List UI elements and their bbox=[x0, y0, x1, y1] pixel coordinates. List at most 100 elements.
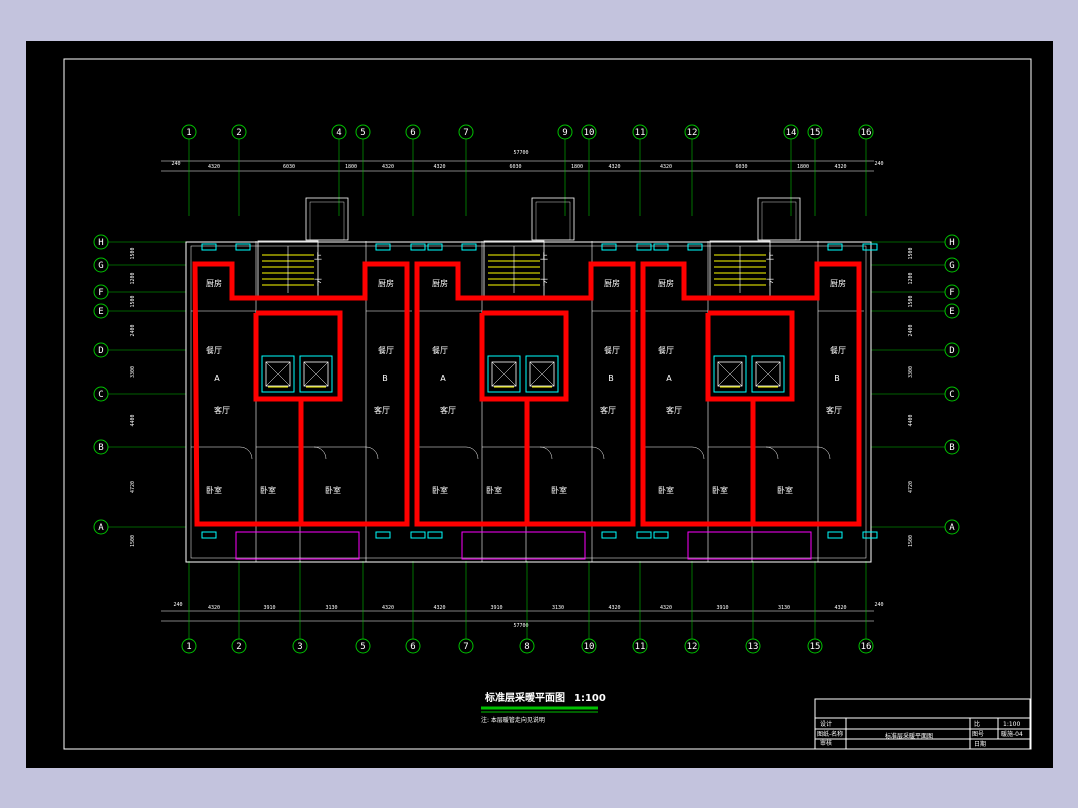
room-label-bedroom: 卧室 bbox=[486, 485, 502, 495]
drawing-title: 标准层采暖平面图 bbox=[484, 691, 565, 704]
stair-tower bbox=[531, 197, 575, 241]
dimension-right-segment: 4400 bbox=[908, 414, 914, 426]
dimension-top-segment: 4320 bbox=[433, 164, 445, 170]
room-label-dining: 餐厅 bbox=[432, 346, 448, 355]
room-label-bedroom: 卧室 bbox=[712, 485, 728, 495]
room-label-kitchen: 厨房 bbox=[830, 278, 846, 288]
axis-label-bottom: 3 bbox=[297, 642, 302, 652]
room-label-bedroom: 卧室 bbox=[658, 485, 674, 495]
room-label-bedroom: 卧室 bbox=[432, 485, 448, 495]
room-label-kitchen: 厨房 bbox=[432, 278, 448, 288]
axis-label-top: 7 bbox=[463, 128, 468, 138]
axis-label-right: E bbox=[949, 307, 954, 317]
axis-label-bottom: 1 bbox=[186, 642, 191, 652]
axis-label-bottom: 11 bbox=[635, 642, 646, 652]
axis-label-right: B bbox=[949, 443, 954, 453]
title-block-row-3: 审核 bbox=[820, 739, 832, 747]
dimension-left-segment: 3300 bbox=[130, 366, 136, 378]
dimension-right-segment: 1500 bbox=[908, 295, 914, 307]
axis-label-bottom: 12 bbox=[687, 642, 698, 652]
floor-plan-drawing[interactable]: 5770057700240 240240 2404320 6030 1800 4320 43… bbox=[26, 41, 1053, 768]
dimension-right-segment: 1500 bbox=[908, 247, 914, 259]
dimension-right-segment: 1500 bbox=[908, 535, 914, 547]
axis-label-bottom: 10 bbox=[584, 642, 595, 652]
dimension-left-segment: 4400 bbox=[130, 414, 136, 426]
axis-label-top: 14 bbox=[786, 128, 797, 138]
title-block-drawing-no-label: 图号 bbox=[972, 731, 984, 738]
drawing-note: 注: 本层暖管走向见说明 bbox=[481, 716, 545, 724]
dimension-top-segment: 6030 bbox=[509, 164, 521, 170]
axis-label-top: 1 bbox=[186, 128, 191, 138]
cad-drawing-sheet: 57700 57700 240 240 240 240 4320 6030 1800 4320 43… bbox=[26, 41, 1053, 768]
balcony bbox=[235, 531, 360, 560]
dimension-bottom-segment: 3130 bbox=[325, 605, 337, 611]
title-block-sheet-name: 标准层采暖平面图 bbox=[885, 732, 933, 740]
room-label-bedroom: 卧室 bbox=[777, 485, 793, 495]
title-block-scale-value: 1:100 bbox=[1003, 721, 1020, 728]
room-label-living: 客厅 bbox=[600, 405, 616, 415]
window-south bbox=[827, 531, 843, 539]
end-offset-left: 240 bbox=[171, 161, 180, 167]
dimension-bottom-segment: 4320 bbox=[382, 605, 394, 611]
dimension-top-segment: 1800 bbox=[345, 164, 357, 170]
window-north bbox=[862, 243, 878, 251]
room-label-unit-a: A bbox=[214, 374, 220, 383]
title-block-drawing-no: 暖施-04 bbox=[1001, 730, 1023, 738]
axis-label-right: G bbox=[949, 261, 954, 271]
door-swing bbox=[817, 446, 831, 460]
stair-up-label: 上 bbox=[766, 252, 774, 261]
room-label-kitchen: 厨房 bbox=[658, 278, 674, 288]
axis-label-left: F bbox=[98, 288, 103, 298]
axis-label-right: F bbox=[949, 288, 954, 298]
stair-tower bbox=[305, 197, 349, 241]
door-swing bbox=[691, 446, 705, 460]
room-label-kitchen: 厨房 bbox=[378, 278, 394, 288]
axis-label-left: E bbox=[98, 307, 103, 317]
dimension-bottom-segment: 3130 bbox=[778, 605, 790, 611]
room-label-unit-b: B bbox=[382, 374, 388, 383]
axis-label-bottom: 13 bbox=[748, 642, 759, 652]
room-label-unit-b: B bbox=[608, 374, 614, 383]
axis-label-bottom: 7 bbox=[463, 642, 468, 652]
axis-label-left: G bbox=[98, 261, 103, 271]
axis-label-top: 12 bbox=[687, 128, 698, 138]
dimension-bottom-segment: 3910 bbox=[490, 605, 502, 611]
room-label-dining: 餐厅 bbox=[378, 346, 394, 355]
axis-label-bottom: 6 bbox=[410, 642, 415, 652]
title-block-date-label: 日期 bbox=[974, 740, 986, 748]
axis-label-left: D bbox=[98, 346, 103, 356]
dimension-right-segment: 2400 bbox=[908, 324, 914, 336]
window-north bbox=[827, 243, 843, 251]
room-label-living: 客厅 bbox=[826, 405, 842, 415]
axis-label-bottom: 16 bbox=[861, 642, 872, 652]
title-block-row-1: 设计 bbox=[820, 720, 832, 728]
stair-up-label: 上 bbox=[314, 252, 322, 261]
window-north bbox=[687, 243, 703, 251]
dimension-left-segment: 1200 bbox=[130, 272, 136, 284]
room-label-living: 客厅 bbox=[666, 405, 682, 415]
axis-label-top: 15 bbox=[810, 128, 821, 138]
dimension-top-segment: 4320 bbox=[660, 164, 672, 170]
window-north bbox=[653, 243, 669, 251]
door-swing bbox=[591, 446, 605, 460]
axis-label-top: 5 bbox=[360, 128, 365, 138]
dimension-bottom-segment: 4320 bbox=[608, 605, 620, 611]
dimension-bottom-segment: 3130 bbox=[552, 605, 564, 611]
room-label-dining: 餐厅 bbox=[658, 346, 674, 355]
door-swing bbox=[239, 446, 253, 460]
axis-label-top: 6 bbox=[410, 128, 415, 138]
axis-label-right: A bbox=[949, 523, 955, 533]
dimension-bottom-segment: 3910 bbox=[716, 605, 728, 611]
axis-label-bottom: 8 bbox=[524, 642, 529, 652]
axis-label-left: B bbox=[98, 443, 103, 453]
stair-tower bbox=[757, 197, 801, 241]
axis-label-right: C bbox=[949, 390, 954, 400]
window-south bbox=[653, 531, 669, 539]
room-label-living: 客厅 bbox=[374, 405, 390, 415]
dimension-bottom-segment: 4320 bbox=[660, 605, 672, 611]
room-label-dining: 餐厅 bbox=[604, 346, 620, 355]
door-swing bbox=[765, 446, 779, 460]
window-south bbox=[410, 531, 426, 539]
axis-label-top: 2 bbox=[236, 128, 241, 138]
dimension-bottom-segment: 4320 bbox=[834, 605, 846, 611]
